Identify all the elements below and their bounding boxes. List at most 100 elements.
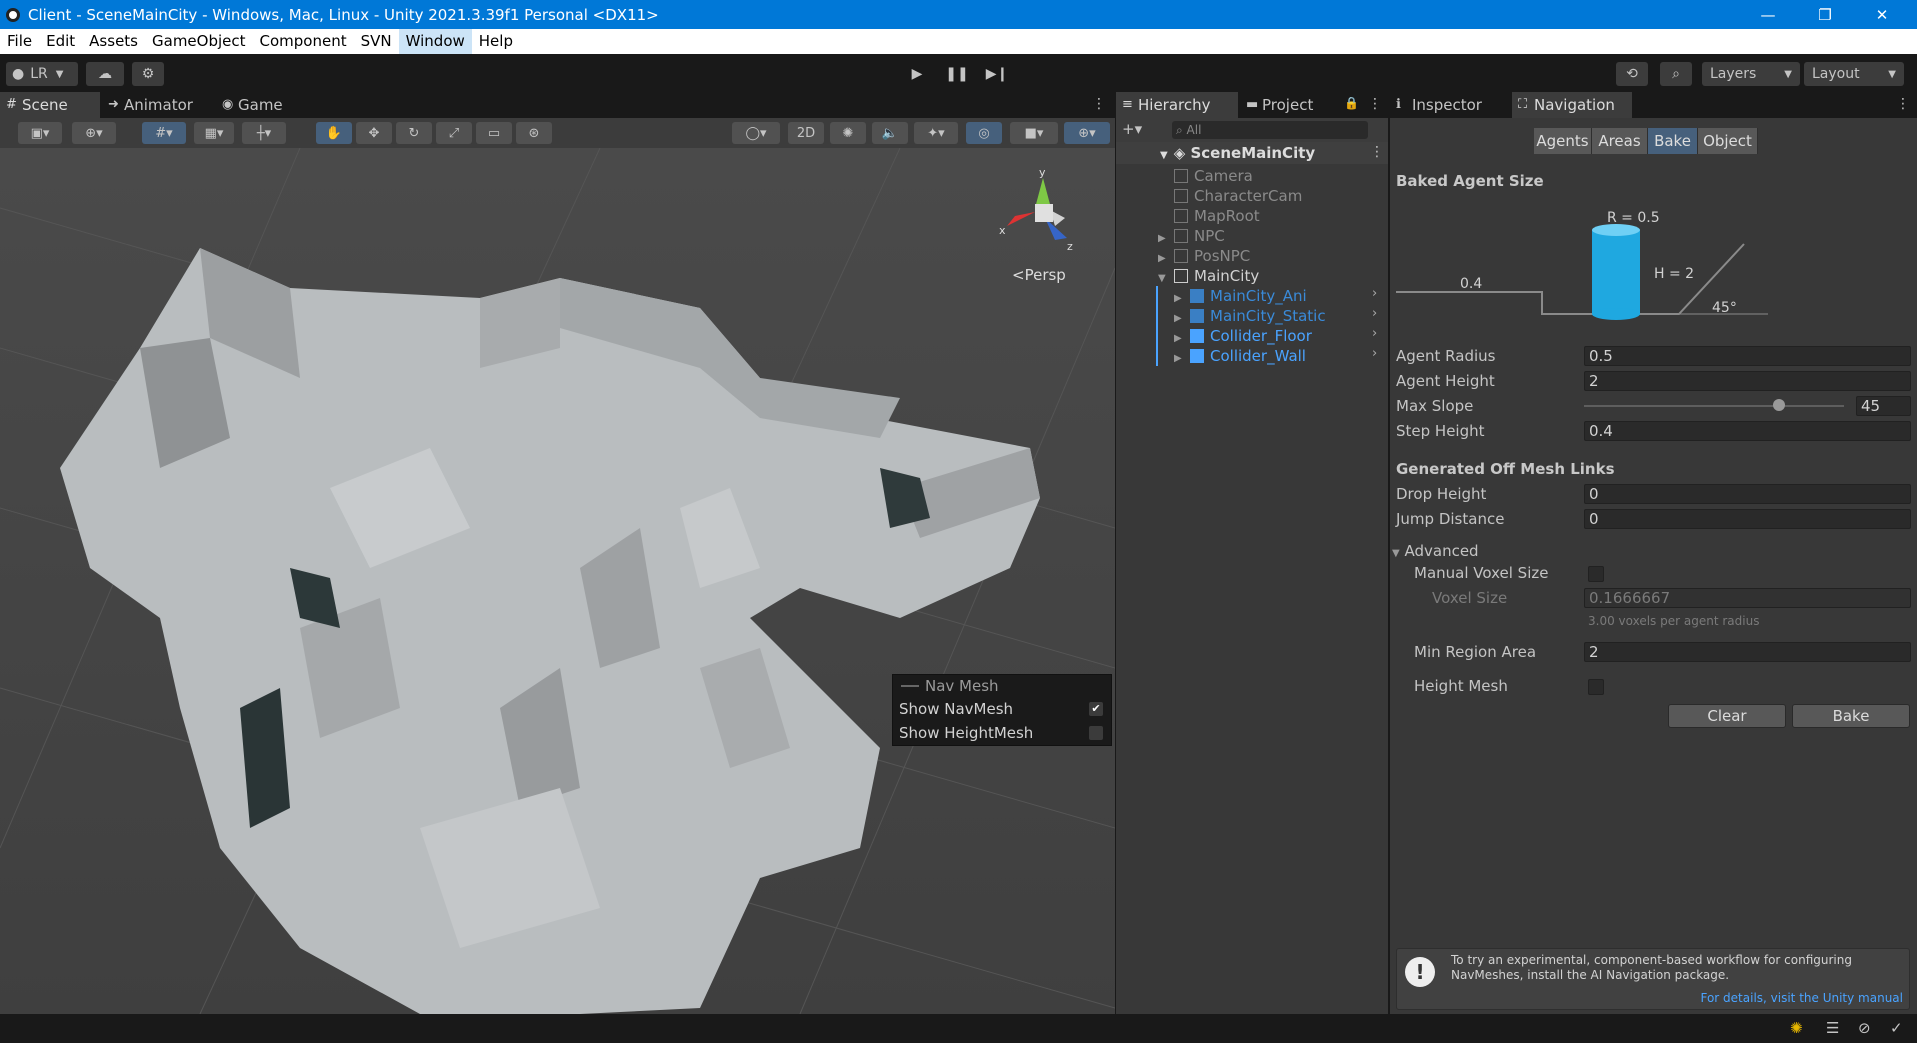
tab-navigation[interactable]: ⛶ Navigation [1512, 92, 1632, 118]
search-button[interactable]: ⌕ [1660, 62, 1692, 86]
menu-window[interactable]: Window [398, 29, 472, 54]
tab-inspector[interactable]: ℹ Inspector [1390, 92, 1506, 118]
maximize-button[interactable]: ❐ [1797, 0, 1853, 29]
grid-visibility-toggle[interactable]: ▦▾ [194, 122, 234, 144]
menu-gameobject[interactable]: GameObject [145, 29, 253, 54]
menu-file[interactable]: File [0, 29, 39, 54]
grid-snap-toggle[interactable]: #▾ [142, 122, 186, 144]
tab-scene[interactable]: # Scene [0, 92, 100, 118]
min-region-area-field[interactable]: 2 [1584, 642, 1911, 662]
more-options-icon[interactable]: ⋮ [1370, 144, 1384, 160]
unity-manual-link[interactable]: For details, visit the Unity manual [1700, 991, 1903, 1005]
agent-radius-field[interactable]: 0.5 [1584, 346, 1911, 366]
tab-animator[interactable]: ➜ Animator [102, 92, 212, 118]
hierarchy-item[interactable]: ▶ PosNPC [1158, 246, 1250, 266]
hierarchy-item[interactable]: ▶ Collider_Wall [1174, 346, 1306, 366]
rotate-tool-button[interactable]: ↻ [396, 122, 432, 144]
show-heightmesh-toggle[interactable]: Show HeightMesh [893, 721, 1111, 745]
minimize-button[interactable]: — [1740, 0, 1796, 29]
mode-2d-toggle[interactable]: 2D [788, 122, 824, 144]
lock-icon[interactable]: 🔒 [1344, 96, 1359, 110]
hierarchy-item[interactable]: CharacterCam [1158, 186, 1302, 206]
drop-height-field[interactable]: 0 [1584, 484, 1911, 504]
hierarchy-search-input[interactable]: ⌕ All [1172, 121, 1368, 139]
chevron-right-icon[interactable]: › [1372, 306, 1377, 321]
step-height-field[interactable]: 0.4 [1584, 421, 1911, 441]
max-slope-slider-track[interactable] [1584, 405, 1844, 407]
tab-bake[interactable]: Bake [1648, 128, 1698, 154]
more-options-icon[interactable]: ⋮ [1368, 96, 1382, 112]
tab-object[interactable]: Object [1698, 128, 1758, 154]
height-mesh-checkbox[interactable] [1588, 679, 1604, 695]
scene-viewport[interactable]: y x z <Persp [0, 148, 1115, 1014]
hierarchy-item[interactable]: ▶ Collider_Floor [1174, 326, 1312, 346]
chevron-right-icon[interactable]: › [1372, 326, 1377, 341]
menu-assets[interactable]: Assets [82, 29, 145, 54]
more-options-icon[interactable]: ⋮ [1896, 96, 1910, 112]
chevron-right-icon[interactable]: › [1372, 286, 1377, 301]
tab-hierarchy[interactable]: ≡ Hierarchy [1116, 92, 1238, 118]
hierarchy-item[interactable]: ▶ MainCity_Ani [1174, 286, 1307, 306]
bake-button[interactable]: Bake [1792, 704, 1910, 728]
scene-root-row[interactable]: ▼ ◈ SceneMainCity ⋮ [1116, 142, 1388, 164]
transform-tool-button[interactable]: ⊛ [516, 122, 552, 144]
manual-voxel-size-checkbox[interactable] [1588, 566, 1604, 582]
lighting-toggle[interactable]: ✺ [830, 122, 866, 144]
clear-button[interactable]: Clear [1668, 704, 1786, 728]
rect-tool-button[interactable]: ▭ [476, 122, 512, 144]
menu-svn[interactable]: SVN [354, 29, 399, 54]
collab-button[interactable]: ⚙ [132, 62, 164, 86]
layout-dropdown[interactable]: Layout ▼ [1804, 62, 1904, 86]
tab-game[interactable]: ◉ Game [216, 92, 306, 118]
chevron-right-icon[interactable]: › [1372, 346, 1377, 361]
add-button[interactable]: +▾ [1122, 120, 1142, 138]
cloud-button[interactable]: ☁ [86, 62, 124, 86]
lightbulb-icon[interactable]: ✺ [1790, 1019, 1803, 1037]
checkmark-circle-icon[interactable]: ✓ [1890, 1019, 1903, 1037]
drag-handle-icon[interactable] [901, 685, 919, 687]
max-slope-field[interactable]: 45 [1856, 396, 1911, 416]
gizmos-dropdown[interactable]: ⊕▾ [1064, 122, 1110, 144]
tab-agents[interactable]: Agents [1534, 128, 1592, 154]
scene-visibility-toggle[interactable]: ◎ [966, 122, 1002, 144]
jump-distance-field[interactable]: 0 [1584, 509, 1911, 529]
projection-toggle[interactable]: <Persp [1012, 266, 1066, 284]
render-mode-dropdown[interactable]: ◯▾ [732, 122, 780, 144]
tab-project[interactable]: ▬ Project [1240, 92, 1340, 118]
cache-server-icon[interactable]: ☰ [1826, 1019, 1839, 1037]
orientation-gizmo[interactable]: y x z [995, 168, 1095, 258]
hierarchy-item[interactable]: ▶ NPC [1158, 226, 1225, 246]
step-button[interactable]: ▶❙ [980, 62, 1014, 86]
account-dropdown[interactable]: ● LR ▼ [6, 62, 78, 86]
checkmark-icon[interactable]: ✔ [1089, 702, 1103, 716]
draw-mode-dropdown[interactable]: ▣▾ [18, 122, 62, 144]
chevron-down-icon[interactable]: ▼ [1158, 269, 1174, 289]
hierarchy-item[interactable]: MapRoot [1158, 206, 1260, 226]
tab-areas[interactable]: Areas [1592, 128, 1648, 154]
chevron-right-icon[interactable]: ▶ [1174, 349, 1190, 369]
hand-tool-button[interactable]: ✋ [316, 122, 352, 144]
scene-root-item[interactable]: ▼ ◈ SceneMainCity [1160, 143, 1315, 163]
move-tool-button[interactable]: ✥ [356, 122, 392, 144]
menu-edit[interactable]: Edit [39, 29, 82, 54]
effects-dropdown[interactable]: ✦▾ [914, 122, 958, 144]
close-button[interactable]: ✕ [1854, 0, 1910, 29]
menu-component[interactable]: Component [253, 29, 354, 54]
max-slope-slider-thumb[interactable] [1773, 399, 1785, 411]
play-button[interactable]: ▶ [900, 62, 934, 86]
hierarchy-item[interactable]: ▼ MainCity [1158, 266, 1259, 286]
pause-button[interactable]: ❚❚ [940, 62, 974, 86]
agent-height-field[interactable]: 2 [1584, 371, 1911, 391]
more-options-icon[interactable]: ⋮ [1092, 96, 1106, 112]
checkbox-empty[interactable] [1089, 726, 1103, 740]
increment-snap-toggle[interactable]: ┼▾ [242, 122, 286, 144]
hierarchy-item[interactable]: Camera [1158, 166, 1253, 186]
advanced-foldout[interactable]: ▼ Advanced [1392, 541, 1479, 561]
menu-help[interactable]: Help [472, 29, 520, 54]
show-navmesh-toggle[interactable]: Show NavMesh ✔ [893, 697, 1111, 721]
audio-toggle[interactable]: 🔈 [872, 122, 908, 144]
camera-dropdown[interactable]: ■▾ [1010, 122, 1058, 144]
network-icon[interactable]: ⊘ [1858, 1019, 1871, 1037]
history-button[interactable]: ⟲ [1616, 62, 1648, 86]
layers-dropdown[interactable]: Layers ▼ [1702, 62, 1800, 86]
